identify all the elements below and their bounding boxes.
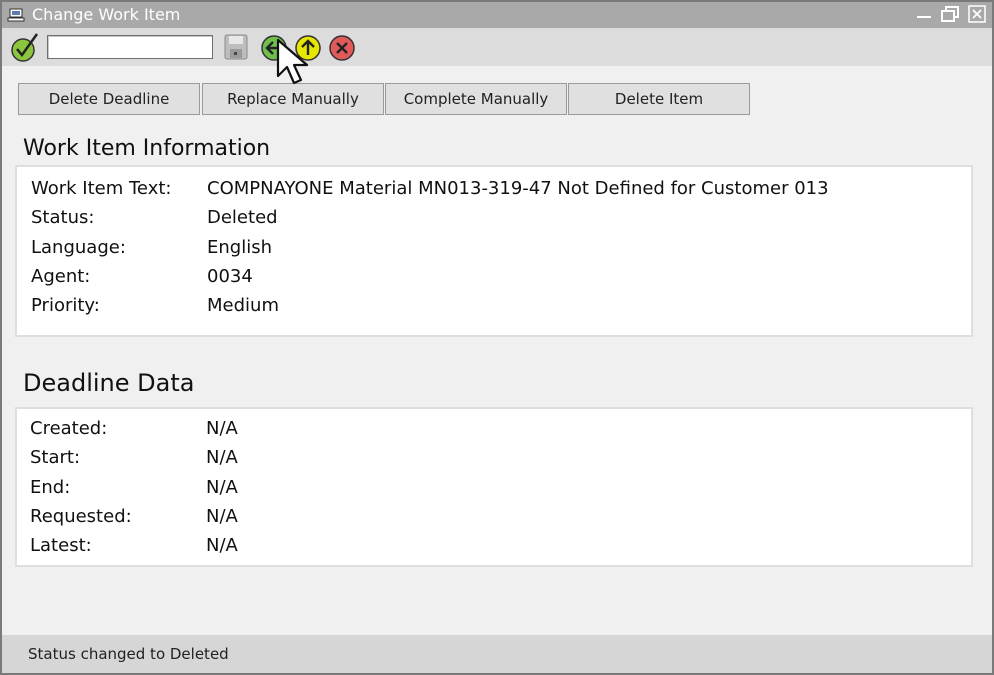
computer-icon	[7, 8, 25, 22]
start-value: N/A	[206, 447, 238, 468]
close-icon[interactable]	[967, 5, 987, 23]
delete-item-button[interactable]: Delete Item	[568, 83, 750, 115]
created-value: N/A	[206, 418, 238, 439]
work-item-panel: Work Item Text: COMPNAYONE Material MN01…	[15, 165, 973, 337]
field-label: End:	[30, 477, 71, 498]
work-item-heading: Work Item Information	[23, 136, 271, 161]
field-label: Agent:	[31, 266, 91, 287]
end-value: N/A	[206, 477, 238, 498]
field-label: Work Item Text:	[31, 178, 172, 199]
work-item-text-value: COMPNAYONE Material MN013-319-47 Not Def…	[207, 178, 829, 199]
field-label: Start:	[30, 447, 81, 468]
deadline-panel: Created: N/A Start: N/A End: N/A Request…	[15, 407, 973, 567]
field-label: Status:	[31, 207, 95, 228]
change-work-item-window: Change Work Item Delete Deadline Replace…	[0, 0, 994, 675]
checkmark-icon[interactable]	[9, 31, 41, 63]
requested-value: N/A	[206, 506, 238, 527]
toolbar	[2, 28, 992, 66]
latest-value: N/A	[206, 535, 238, 556]
replace-manually-button[interactable]: Replace Manually	[202, 83, 384, 115]
floppy-disk-icon[interactable]	[223, 33, 249, 61]
restore-icon[interactable]	[940, 5, 960, 23]
field-label: Latest:	[30, 535, 92, 556]
window-title: Change Work Item	[32, 5, 181, 24]
language-value: English	[207, 237, 272, 258]
complete-manually-button[interactable]: Complete Manually	[385, 83, 567, 115]
field-label: Created:	[30, 418, 108, 439]
cancel-x-icon[interactable]	[328, 34, 356, 62]
field-label: Requested:	[30, 506, 132, 527]
priority-value: Medium	[207, 295, 279, 316]
delete-deadline-button[interactable]: Delete Deadline	[18, 83, 200, 115]
up-arrow-icon[interactable]	[294, 34, 322, 62]
status-bar: Status changed to Deleted	[2, 635, 992, 673]
field-label: Priority:	[31, 295, 100, 316]
title-bar: Change Work Item	[2, 2, 992, 28]
deadline-heading: Deadline Data	[23, 369, 195, 397]
minimize-icon[interactable]	[914, 5, 934, 23]
status-value: Deleted	[207, 207, 278, 228]
agent-value: 0034	[207, 266, 253, 287]
command-field[interactable]	[47, 35, 213, 59]
status-message: Status changed to Deleted	[28, 645, 229, 663]
back-arrow-icon[interactable]	[260, 34, 288, 62]
field-label: Language:	[31, 237, 126, 258]
